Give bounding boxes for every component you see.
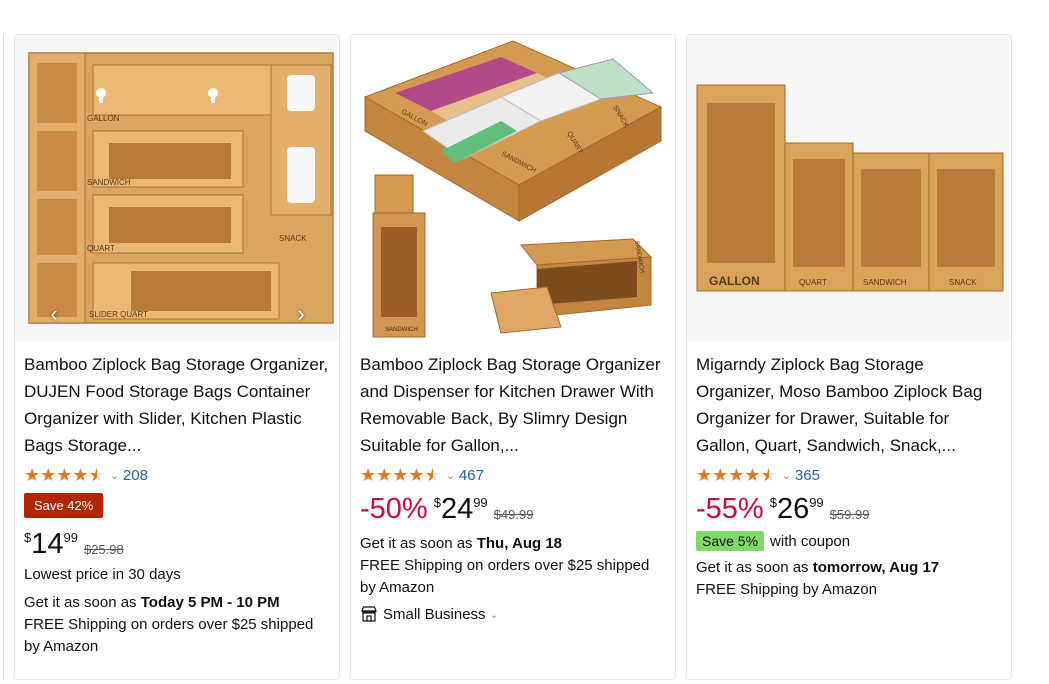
image-label: QUART	[87, 244, 115, 253]
product-card[interactable]: GALLON SANDWICH QUART SNACK SLIDER QUART…	[14, 34, 340, 680]
delivery-info: Get it as soon as tomorrow, Aug 17	[696, 559, 940, 576]
chevron-down-icon[interactable]: ⌄	[782, 469, 791, 482]
list-price: $25.98	[83, 542, 124, 557]
coupon-badge[interactable]: Save 5%	[696, 531, 765, 551]
image-label: SNACK	[279, 234, 307, 243]
storefront-icon	[361, 606, 377, 622]
discount-percent: -55%	[696, 493, 764, 525]
price[interactable]: $ 14 99 $25.98	[24, 528, 330, 560]
price-whole: 14	[31, 528, 64, 560]
chevron-down-icon[interactable]: ⌄	[446, 469, 455, 482]
image-label: SLIDER QUART	[89, 310, 148, 319]
product-image[interactable]: GALLON QUART SANDWICH SNACK	[687, 35, 1011, 341]
chevron-down-icon[interactable]: ⌄	[110, 469, 119, 482]
coupon[interactable]: Save 5% with coupon	[696, 529, 1002, 553]
delivery-info: Get it as soon as Today 5 PM - 10 PM	[24, 594, 280, 611]
image-label: SANDWICH	[385, 327, 418, 333]
image-label: SANDWICH	[87, 178, 131, 187]
delivery-info: Get it as soon as Thu, Aug 18	[360, 535, 563, 552]
delivery-date: tomorrow, Aug 17	[812, 559, 940, 576]
review-count[interactable]: 467	[459, 467, 484, 484]
previous-card-edge	[0, 34, 4, 680]
rating[interactable]: ★★★★★ ⌄ 467	[360, 463, 666, 487]
discount-percent: -50%	[360, 493, 428, 525]
star-rating-icon: ★ ★ ★ ★ ★	[360, 466, 441, 484]
product-image[interactable]: GALLON SANDWICH QUART SNACK SLIDER QUART…	[15, 35, 339, 341]
star-rating-icon: ★ ★ ★ ★ ★	[24, 466, 105, 484]
image-label: QUART	[799, 278, 827, 287]
product-title[interactable]: Bamboo Ziplock Bag Storage Organizer and…	[360, 351, 666, 459]
product-card[interactable]: GALLON SANDWICH QUART SNACK SANDWICH SAN…	[350, 34, 676, 680]
small-business-label: Small Business	[383, 605, 486, 623]
chevron-right-icon[interactable]: ›	[288, 301, 314, 327]
shipping-info: FREE Shipping on orders over $25 shipped…	[360, 557, 650, 596]
product-title[interactable]: Bamboo Ziplock Bag Storage Organizer, DU…	[24, 351, 330, 459]
image-label: GALLON	[87, 114, 120, 123]
price[interactable]: -55% $ 26 99 $59.99	[696, 493, 1002, 525]
shipping-info: FREE Shipping by Amazon	[696, 581, 877, 598]
image-label: SANDWICH	[863, 278, 907, 287]
price-fraction: 99	[473, 495, 488, 510]
review-count[interactable]: 365	[795, 467, 820, 484]
price-fraction: 99	[63, 530, 78, 545]
chevron-down-icon[interactable]: ⌄	[490, 608, 499, 621]
rating[interactable]: ★★★★★ ⌄ 365	[696, 463, 1002, 487]
price[interactable]: -50% $ 24 99 $49.99	[360, 493, 666, 525]
image-label: GALLON	[709, 274, 760, 288]
rating[interactable]: ★★★★★ ⌄ 208	[24, 463, 330, 487]
product-card[interactable]: GALLON QUART SANDWICH SNACK Migarndy Zip…	[686, 34, 1012, 680]
chevron-left-icon[interactable]: ‹	[41, 301, 67, 327]
product-title[interactable]: Migarndy Ziplock Bag Storage Organizer, …	[696, 351, 1002, 459]
list-price: $49.99	[493, 507, 534, 522]
list-price: $59.99	[829, 507, 870, 522]
price-whole: 24	[440, 493, 474, 525]
save-badge: Save 42%	[24, 493, 104, 518]
review-count[interactable]: 208	[123, 467, 148, 484]
delivery-date: Thu, Aug 18	[476, 535, 563, 552]
price-fraction: 99	[809, 495, 824, 510]
delivery-date: Today 5 PM - 10 PM	[140, 594, 280, 611]
star-rating-icon: ★ ★ ★ ★ ★	[696, 466, 777, 484]
coupon-text: with coupon	[770, 532, 851, 550]
price-whole: 26	[776, 493, 810, 525]
image-label: SNACK	[949, 278, 977, 287]
shipping-info: FREE Shipping on orders over $25 shipped…	[24, 616, 314, 655]
product-image[interactable]: GALLON SANDWICH QUART SNACK SANDWICH SAN…	[351, 35, 675, 341]
lowest-price-note: Lowest price in 30 days	[24, 566, 181, 583]
small-business-badge[interactable]: Small Business ⌄	[360, 605, 666, 623]
